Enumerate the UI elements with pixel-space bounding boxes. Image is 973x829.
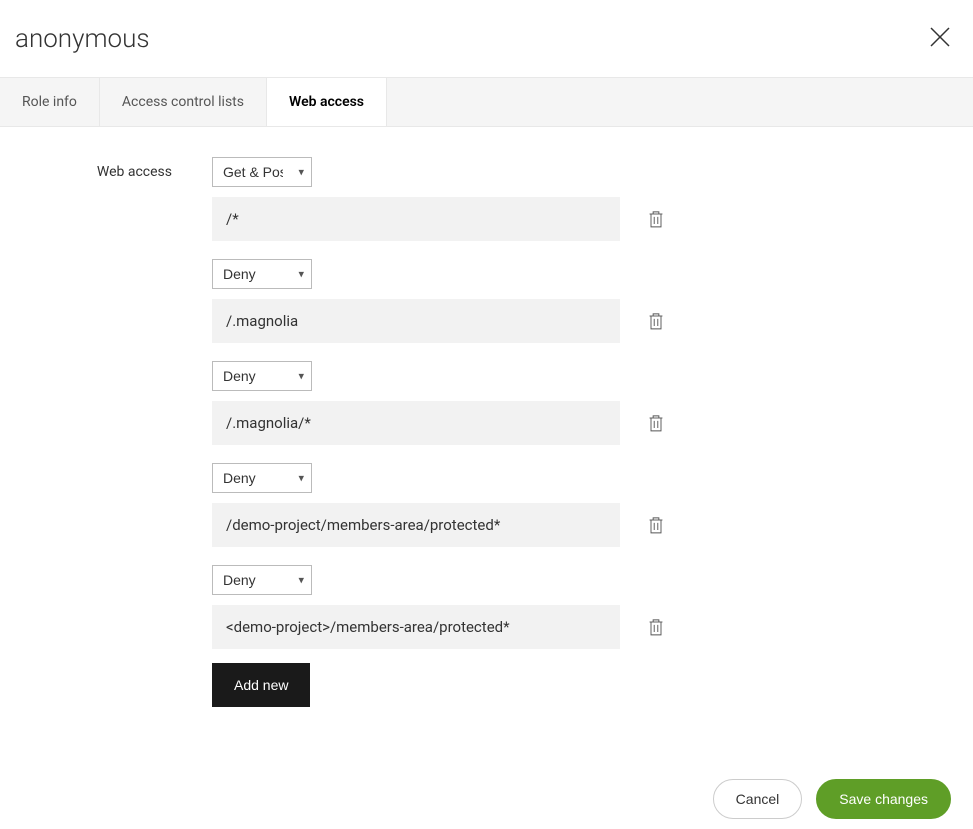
trash-icon (647, 413, 665, 433)
permission-select-wrap: Deny (212, 361, 312, 391)
path-input[interactable] (212, 503, 620, 547)
rule-row: Deny (212, 463, 973, 493)
tab-web-access[interactable]: Web access (267, 78, 387, 126)
permission-select[interactable]: Deny (212, 463, 312, 493)
permission-select[interactable]: Get & Post (212, 157, 312, 187)
permission-select[interactable]: Deny (212, 259, 312, 289)
permission-select-wrap: Deny (212, 565, 312, 595)
rule-path-row (212, 299, 973, 343)
content-scroll-area[interactable]: Web access Get & Post (0, 127, 973, 755)
delete-rule-button[interactable] (646, 515, 666, 535)
rule-row: Deny (212, 565, 973, 595)
close-icon (928, 25, 952, 49)
rule-path-row (212, 401, 973, 445)
path-input[interactable] (212, 299, 620, 343)
dialog-header: anonymous (0, 0, 973, 77)
trash-icon (647, 209, 665, 229)
tab-bar: Role info Access control lists Web acces… (0, 77, 973, 127)
path-input[interactable] (212, 401, 620, 445)
delete-rule-button[interactable] (646, 209, 666, 229)
permission-select-wrap: Deny (212, 463, 312, 493)
form-content: Web access Get & Post (0, 127, 973, 727)
path-input[interactable] (212, 197, 620, 241)
web-access-label: Web access (0, 164, 192, 180)
path-input[interactable] (212, 605, 620, 649)
delete-rule-button[interactable] (646, 617, 666, 637)
rule-row: Deny (212, 361, 973, 391)
add-new-row: Add new (212, 649, 973, 707)
rule-path-row (212, 605, 973, 649)
tab-access-control-lists[interactable]: Access control lists (100, 78, 267, 126)
rule-row: Web access Get & Post (0, 157, 973, 187)
trash-icon (647, 617, 665, 637)
close-button[interactable] (922, 19, 958, 59)
page-title: anonymous (15, 24, 150, 54)
tab-role-info[interactable]: Role info (0, 78, 100, 126)
delete-rule-button[interactable] (646, 413, 666, 433)
rule-path-row (212, 197, 973, 241)
trash-icon (647, 311, 665, 331)
permission-select[interactable]: Deny (212, 361, 312, 391)
dialog-footer: Cancel Save changes (0, 769, 973, 829)
save-changes-button[interactable]: Save changes (816, 779, 951, 819)
rule-row: Deny (212, 259, 973, 289)
trash-icon (647, 515, 665, 535)
add-new-button[interactable]: Add new (212, 663, 310, 707)
permission-select-wrap: Get & Post (212, 157, 312, 187)
rule-path-row (212, 503, 973, 547)
permission-select-wrap: Deny (212, 259, 312, 289)
permission-select[interactable]: Deny (212, 565, 312, 595)
delete-rule-button[interactable] (646, 311, 666, 331)
cancel-button[interactable]: Cancel (713, 779, 803, 819)
